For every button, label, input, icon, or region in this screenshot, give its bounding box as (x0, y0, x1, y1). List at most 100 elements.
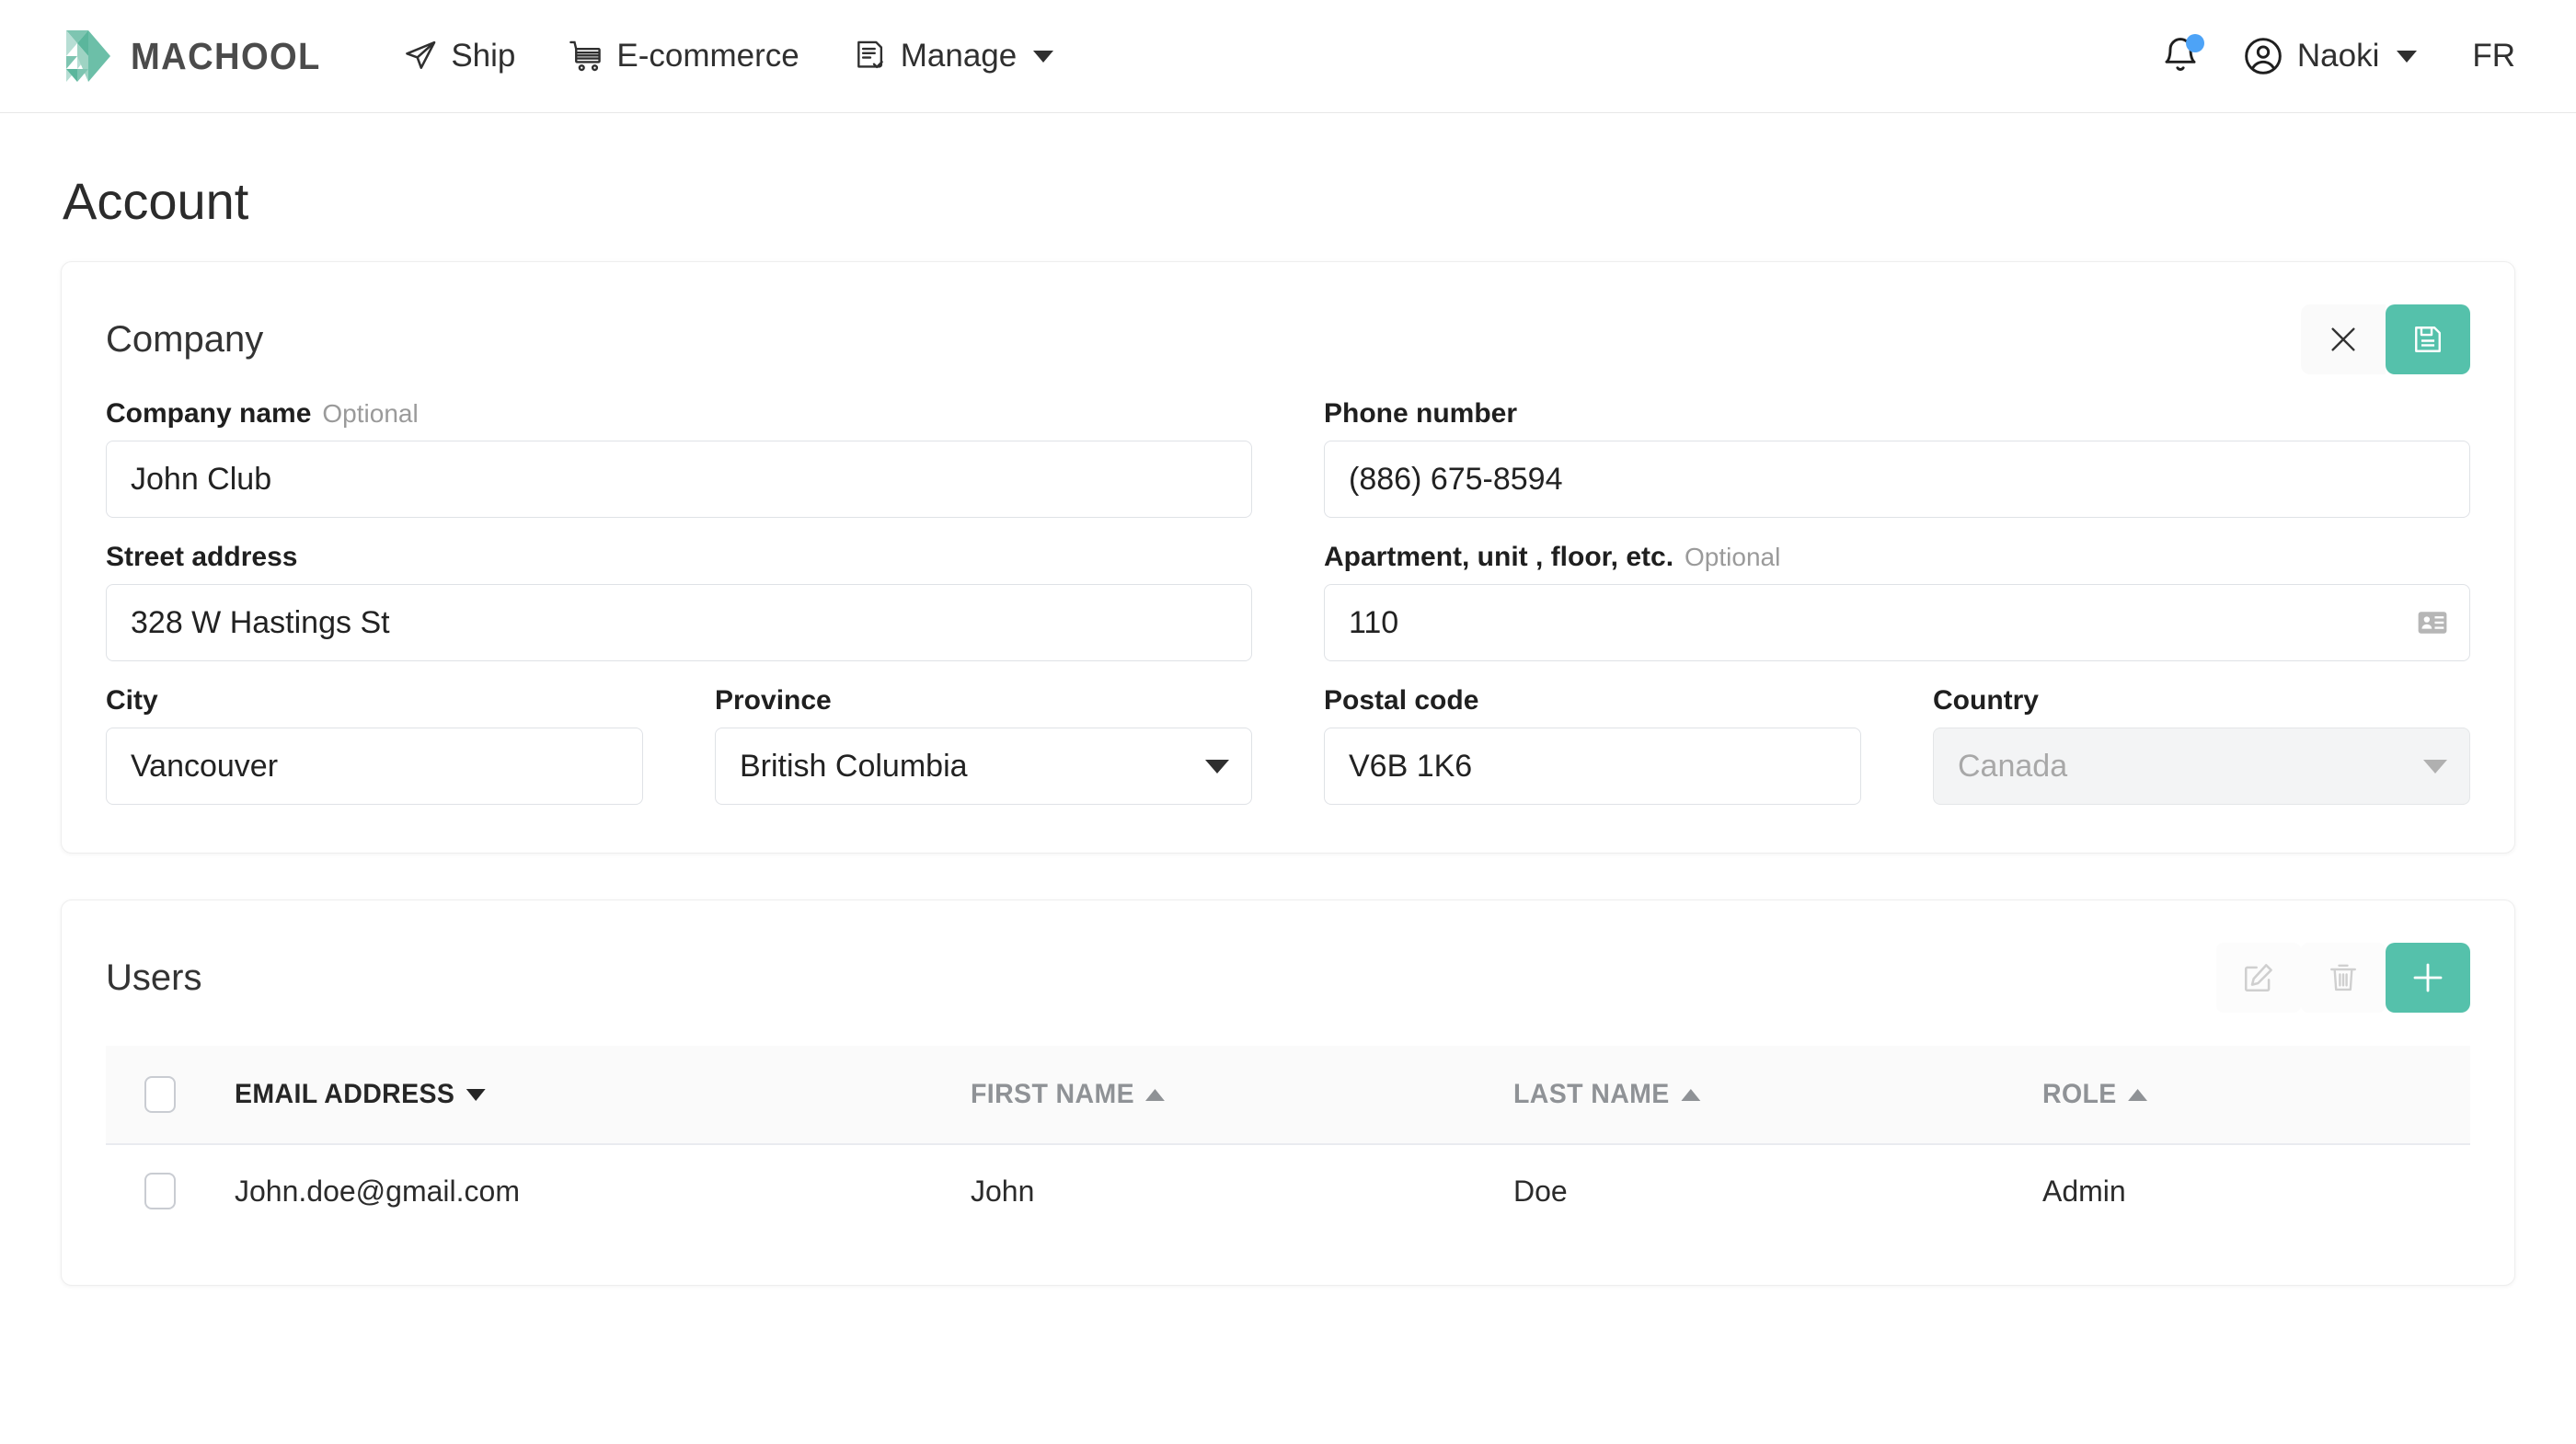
user-menu[interactable]: Naoki (2243, 36, 2418, 76)
plus-icon (2413, 963, 2443, 992)
nav-item-ship-label: Ship (451, 38, 516, 74)
province-field: Province British Columbia (715, 685, 1252, 805)
phone-number-field: Phone number (886) 675-8594 (1324, 398, 2470, 518)
save-button[interactable] (2386, 304, 2470, 374)
table-row[interactable]: John.doe@gmail.com John Doe Admin (106, 1145, 2470, 1237)
users-card: Users EMAIL ADDRESS FIRST NAME LAST NAME… (61, 900, 2515, 1286)
cell-first-name: John (971, 1174, 1035, 1208)
phone-number-input[interactable]: (886) 675-8594 (1324, 441, 2470, 518)
machool-triangles-logo-icon (66, 30, 110, 82)
cell-last-name: Doe (1513, 1174, 1568, 1208)
page-content: Account Company Company name Optional Jo… (0, 171, 2576, 1286)
users-section-title: Users (106, 957, 202, 998)
main-navigation: Ship E-commerce Manage (403, 38, 1054, 74)
postal-code-label: Postal code (1324, 685, 1479, 716)
users-table-header: EMAIL ADDRESS FIRST NAME LAST NAME ROLE (106, 1046, 2470, 1145)
postal-code-input[interactable]: V6B 1K6 (1324, 728, 1861, 805)
city-input[interactable]: Vancouver (106, 728, 643, 805)
apartment-label: Apartment, unit , floor, etc. Optional (1324, 542, 1781, 572)
cell-email: John.doe@gmail.com (235, 1174, 520, 1208)
close-x-icon (2331, 327, 2355, 351)
sort-first-name-button[interactable]: FIRST NAME (971, 1079, 1487, 1110)
shopping-cart-icon (569, 39, 604, 74)
column-header-first-name: FIRST NAME (971, 1079, 1513, 1110)
user-name-label: Naoki (2296, 38, 2380, 74)
country-field: Country Canada (1933, 685, 2470, 805)
user-circle-icon (2245, 38, 2282, 74)
select-all-checkbox[interactable] (144, 1076, 176, 1113)
company-card-header: Company (106, 262, 2470, 374)
edit-pencil-icon (2244, 964, 2272, 992)
optional-tag: Optional (1685, 543, 1781, 571)
phone-number-label: Phone number (1324, 398, 1518, 429)
notifications-button[interactable] (2160, 34, 2204, 78)
column-label-last-name: LAST NAME (1513, 1079, 1670, 1109)
notification-badge-dot (2185, 34, 2204, 52)
sort-ascending-icon (2128, 1088, 2147, 1101)
company-section-title: Company (106, 318, 264, 360)
sort-email-button[interactable]: EMAIL ADDRESS (235, 1079, 934, 1110)
nav-item-ecommerce[interactable]: E-commerce (569, 38, 799, 74)
city-label: City (106, 685, 158, 716)
company-form-row-2: Street address 328 W Hastings St Apartme… (106, 542, 2470, 661)
street-address-field: Street address 328 W Hastings St (106, 542, 1252, 661)
column-header-last-name: LAST NAME (1513, 1079, 2042, 1110)
trash-icon (2330, 964, 2356, 991)
page-title: Account (63, 172, 249, 230)
column-label-first-name: FIRST NAME (971, 1079, 1134, 1109)
users-card-header: Users (106, 900, 2470, 1013)
chevron-down-icon (1033, 50, 1054, 63)
cancel-button[interactable] (2301, 304, 2386, 374)
company-name-label: Company name Optional (106, 398, 419, 429)
select-all-cell (106, 1076, 235, 1113)
company-card: Company Company name Optional John Club … (61, 261, 2515, 854)
apartment-field: Apartment, unit , floor, etc. Optional 1… (1324, 542, 2470, 661)
nav-item-ship[interactable]: Ship (403, 38, 515, 74)
edit-user-button[interactable] (2216, 943, 2301, 1013)
city-field: City Vancouver (106, 685, 643, 805)
company-form-row-3: City Vancouver Province British Columbia… (106, 685, 2470, 805)
sort-ascending-icon (1145, 1088, 1166, 1101)
nav-item-manage[interactable]: Manage (853, 38, 1054, 74)
postal-code-field: Postal code V6B 1K6 (1324, 685, 1861, 805)
floppy-disk-save-icon (2415, 327, 2441, 352)
app-header: MACHOOL Ship E-commerce Manage Naoki FR (0, 0, 2576, 113)
country-label: Country (1933, 685, 2039, 716)
chevron-down-icon (1205, 759, 1229, 774)
paper-plane-icon (403, 39, 438, 74)
province-select[interactable]: British Columbia (715, 728, 1252, 805)
chevron-down-icon (2423, 759, 2447, 774)
address-card-icon[interactable] (2418, 611, 2447, 635)
province-label: Province (715, 685, 832, 716)
country-select: Canada (1933, 728, 2470, 805)
language-toggle[interactable]: FR (2472, 38, 2515, 74)
company-form-row-1: Company name Optional John Club Phone nu… (106, 398, 2470, 518)
nav-item-manage-label: Manage (900, 38, 1018, 74)
column-header-email: EMAIL ADDRESS (235, 1079, 971, 1110)
delete-user-button[interactable] (2301, 943, 2386, 1013)
brand-name: MACHOOL (131, 34, 321, 77)
add-user-button[interactable] (2386, 943, 2470, 1013)
document-check-icon (853, 39, 888, 74)
brand-logo[interactable]: MACHOOL (57, 29, 335, 83)
street-address-label: Street address (106, 542, 298, 572)
nav-item-ecommerce-label: E-commerce (616, 38, 799, 74)
sort-ascending-icon (1681, 1088, 1700, 1101)
row-select-cell (106, 1173, 235, 1209)
optional-tag: Optional (322, 399, 419, 428)
sort-descending-icon (466, 1088, 486, 1101)
chevron-down-icon (2397, 50, 2418, 63)
header-right-actions: Naoki FR (2160, 34, 2515, 78)
apartment-input[interactable]: 110 (1324, 584, 2470, 661)
sort-role-button[interactable]: ROLE (2042, 1079, 2449, 1110)
sort-last-name-button[interactable]: LAST NAME (1513, 1079, 2016, 1110)
cell-role: Admin (2042, 1174, 2126, 1208)
column-label-email: EMAIL ADDRESS (235, 1079, 455, 1109)
company-name-field: Company name Optional John Club (106, 398, 1252, 518)
street-address-input[interactable]: 328 W Hastings St (106, 584, 1252, 661)
users-table: EMAIL ADDRESS FIRST NAME LAST NAME ROLE … (106, 1046, 2470, 1237)
row-select-checkbox[interactable] (144, 1173, 176, 1209)
company-card-actions (2301, 304, 2470, 374)
column-header-role: ROLE (2042, 1079, 2470, 1110)
company-name-input[interactable]: John Club (106, 441, 1252, 518)
